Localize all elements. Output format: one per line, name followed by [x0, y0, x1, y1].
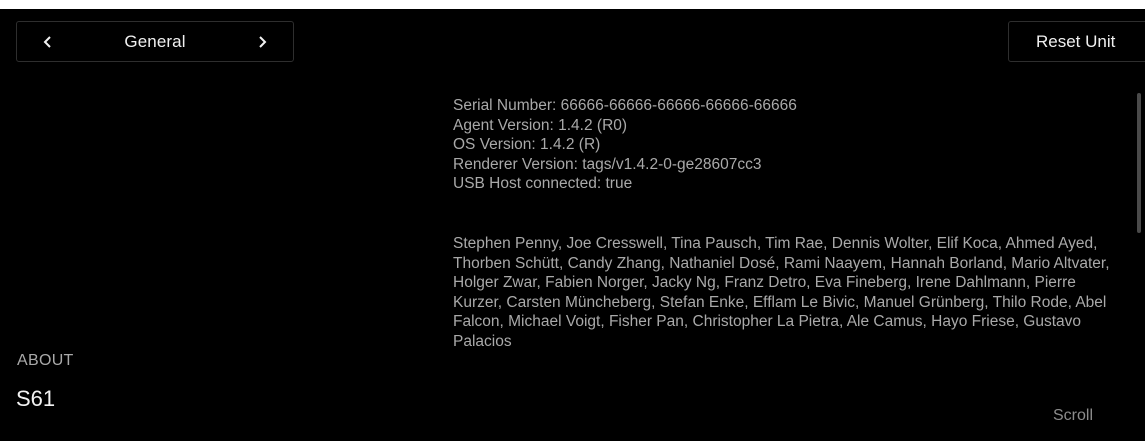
usb-host-status: USB Host connected: true	[453, 175, 633, 192]
prev-page-button[interactable]	[17, 22, 79, 61]
section-label: ABOUT	[17, 352, 74, 369]
scrollbar[interactable]	[1137, 93, 1141, 393]
agent-version: Agent Version: 1.4.2 (R0)	[453, 116, 628, 134]
page-title: General	[124, 31, 186, 51]
device-name: S61	[16, 386, 56, 411]
about-screen: General Reset Unit Serial Number: 66666-…	[0, 9, 1145, 441]
serial-number: Serial Number: 66666-66666-66666-66666-6…	[453, 97, 797, 114]
scroll-hint: Scroll	[1053, 407, 1094, 424]
chevron-right-icon	[257, 35, 267, 49]
reset-unit-button[interactable]: Reset Unit	[1008, 21, 1145, 62]
device-info: Serial Number: 66666-66666-66666-66666-6…	[453, 96, 1123, 194]
os-version: OS Version: 1.4.2 (R)	[453, 136, 601, 153]
page-navigator: General	[16, 21, 294, 62]
credits-scroll-area[interactable]: Stephen Penny, Joe Cresswell, Tina Pausc…	[453, 234, 1121, 384]
scrollbar-thumb[interactable]	[1137, 93, 1141, 233]
next-page-button[interactable]	[231, 22, 293, 61]
chevron-left-icon	[43, 35, 53, 49]
credits-text: Stephen Penny, Joe Cresswell, Tina Pausc…	[453, 235, 1110, 350]
renderer-version: Renderer Version: tags/v1.4.2-0-ge28607c…	[453, 155, 762, 173]
